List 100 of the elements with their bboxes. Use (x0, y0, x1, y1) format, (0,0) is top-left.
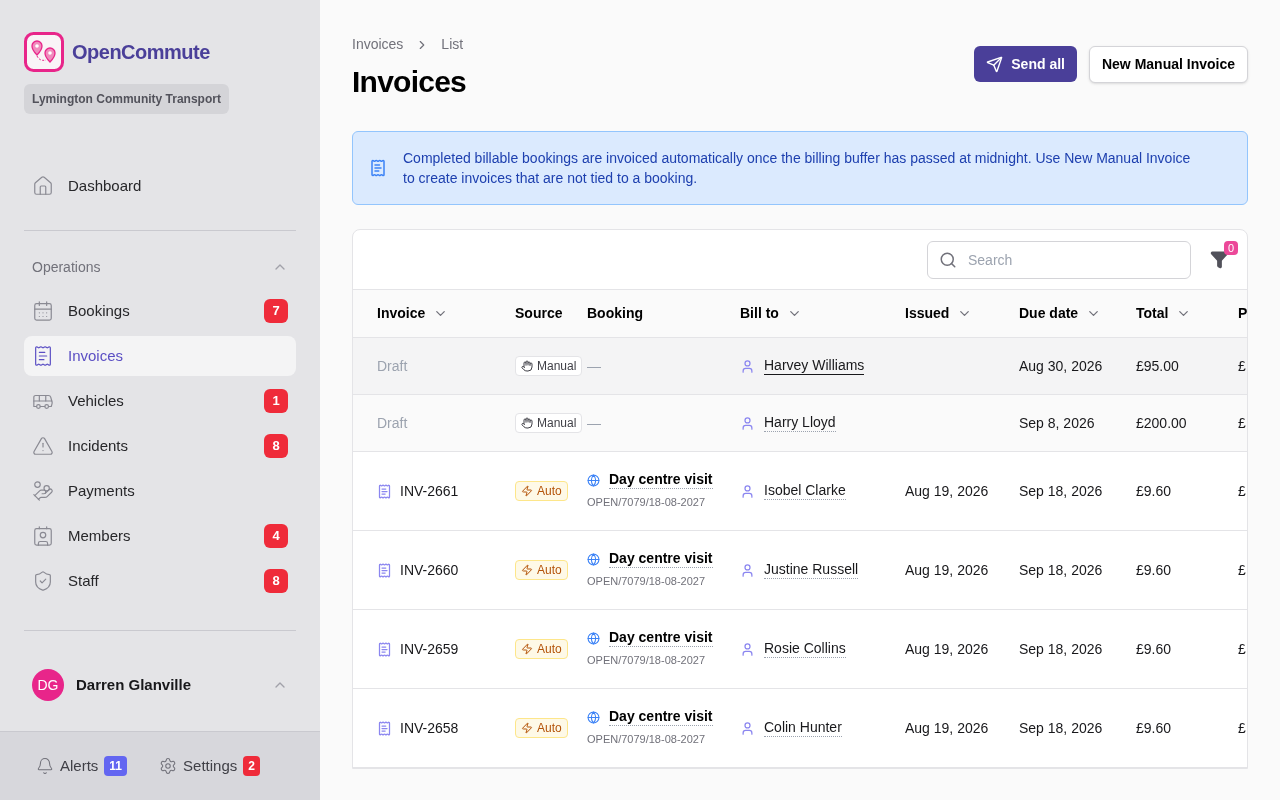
booking-reference: OPEN/7079/18-08-2027 (587, 653, 707, 669)
table-cell-text: £ (1238, 481, 1246, 501)
person-icon (740, 415, 755, 431)
warning-icon (32, 435, 54, 457)
count-badge: 0 (1223, 240, 1238, 255)
count-badge: 4 (264, 524, 288, 548)
booking-reference: OPEN/7079/18-08-2027 (587, 574, 707, 590)
breadcrumb-link[interactable]: List (441, 34, 464, 55)
lightning-icon (521, 485, 533, 497)
column-header[interactable]: Due date (1019, 303, 1102, 324)
nav-item[interactable]: Incidents 8 (24, 426, 296, 466)
new-invoice-button[interactable]: New Manual Invoice (1088, 46, 1248, 83)
customer-link[interactable]: Harry Lloyd (764, 414, 836, 432)
nav-item[interactable]: Bookings 7 (24, 291, 296, 331)
booking-link[interactable]: Day centre visit (609, 471, 713, 490)
avatar: DG (32, 669, 64, 701)
customer-link[interactable]: Harvey Williams (764, 357, 865, 375)
user-menu[interactable]: DG Darren Glanville (24, 665, 296, 705)
column-header[interactable]: Issued (905, 303, 973, 324)
invoice-number: INV-2660 (400, 560, 459, 580)
lightning-icon (521, 643, 533, 655)
receipt-icon (377, 562, 392, 578)
table-cell-text: Sep 18, 2026 (1019, 639, 1103, 659)
table-row[interactable]: Draft Manual — Harvey Williams Aug 30, 2026 £95.00 £ (353, 338, 1247, 395)
globe-icon (587, 473, 600, 487)
footer-link[interactable]: Alerts 11 (36, 754, 128, 778)
person-icon (740, 358, 755, 374)
booking-reference: OPEN/7079/18-08-2027 (587, 732, 707, 748)
send-button[interactable]: Send all (974, 46, 1077, 82)
page-title: Invoices (352, 64, 467, 100)
nav-item[interactable]: Staff 8 (24, 561, 296, 601)
breadcrumb-link[interactable]: Invoices (352, 34, 404, 55)
source-tag: Auto (515, 718, 568, 738)
table-cell-text: Sep 8, 2026 (1019, 413, 1095, 433)
globe-icon (587, 552, 600, 566)
booking-link[interactable]: Day centre visit (609, 550, 713, 569)
count-badge: 8 (264, 434, 288, 458)
invoice-number: Draft (377, 356, 408, 376)
table-cell-text: £ (1238, 413, 1246, 433)
table-cell-text: Sep 18, 2026 (1019, 560, 1103, 580)
column-header[interactable]: Total (1136, 303, 1192, 324)
table-cell-text: Sep 18, 2026 (1019, 718, 1103, 738)
column-header[interactable]: Invoice (377, 303, 449, 324)
count-badge: 11 (104, 756, 128, 776)
invoice-number: INV-2658 (400, 718, 459, 738)
customer-link[interactable]: Isobel Clarke (764, 482, 846, 500)
table-cell-text: £9.60 (1136, 639, 1172, 659)
nav-item[interactable]: Dashboard (24, 166, 296, 206)
table-cell-text: Sep 18, 2026 (1019, 481, 1103, 501)
send-icon (986, 55, 1004, 73)
hand-icon (521, 417, 533, 429)
section-header[interactable]: Operations (24, 247, 296, 287)
invoice-number: Draft (377, 413, 408, 433)
count-badge: 1 (264, 389, 288, 413)
globe-icon (587, 631, 600, 645)
info-message: Completed billable bookings are invoiced automatically once the billing buffer has passed at midnight. Use New Manual Invoice to create invoices that are not tied to a booking. (403, 149, 1192, 188)
organization-tag: Lymington Community Transport (24, 84, 229, 114)
invoice-number: INV-2661 (400, 481, 459, 501)
table-cell-text: £9.60 (1136, 718, 1172, 738)
table-cell-text: £9.60 (1136, 481, 1172, 501)
receipt-icon (377, 720, 392, 736)
booking-link[interactable]: Day centre visit (609, 708, 713, 727)
id-card-icon (32, 525, 54, 547)
invoice-number: INV-2659 (400, 639, 459, 659)
search-field[interactable]: Search (927, 240, 1191, 279)
table-cell-text: — (587, 413, 601, 433)
nav-item[interactable]: Vehicles 1 (24, 381, 296, 421)
receipt-icon (369, 159, 387, 177)
source-tag: Auto (515, 481, 568, 501)
table-cell-text: Aug 19, 2026 (905, 560, 989, 580)
table-cell-text: Aug 19, 2026 (905, 639, 989, 659)
customer-link[interactable]: Colin Hunter (764, 719, 842, 737)
hand-coins-icon (32, 480, 54, 502)
hand-icon (521, 360, 533, 372)
table-cell-text: £9.60 (1136, 560, 1172, 580)
table-cell-text: Aug 19, 2026 (905, 718, 989, 738)
customer-link[interactable]: Rosie Collins (764, 640, 846, 658)
person-icon (740, 562, 755, 578)
source-tag: Auto (515, 560, 568, 580)
nav-item[interactable]: Members 4 (24, 516, 296, 556)
table-cell-text: £200.00 (1136, 413, 1187, 433)
filter-icon[interactable] (1209, 250, 1229, 269)
count-badge: 2 (243, 756, 260, 776)
table-cell-text: Aug 19, 2026 (905, 481, 989, 501)
source-tag: Manual (515, 413, 583, 433)
booking-reference: OPEN/7079/18-08-2027 (587, 495, 707, 511)
table-cell-text: £95.00 (1136, 356, 1179, 376)
person-icon (740, 483, 755, 499)
nav-item[interactable]: Payments (24, 471, 296, 511)
column-header[interactable]: Bill to (740, 303, 802, 324)
count-badge: 8 (264, 569, 288, 593)
column-header: Source (515, 304, 563, 323)
lightning-icon (521, 722, 533, 734)
customer-link[interactable]: Justine Russell (764, 561, 859, 579)
booking-link[interactable]: Day centre visit (609, 629, 713, 648)
nav-item[interactable]: Invoices (24, 336, 296, 376)
footer-link[interactable]: Settings 2 (159, 754, 260, 778)
column-header: P (1238, 304, 1247, 323)
logo-icon (24, 32, 64, 72)
table-row[interactable]: Draft Manual — Harry Lloyd Sep 8, 2026 £200.00 £ (353, 395, 1247, 452)
